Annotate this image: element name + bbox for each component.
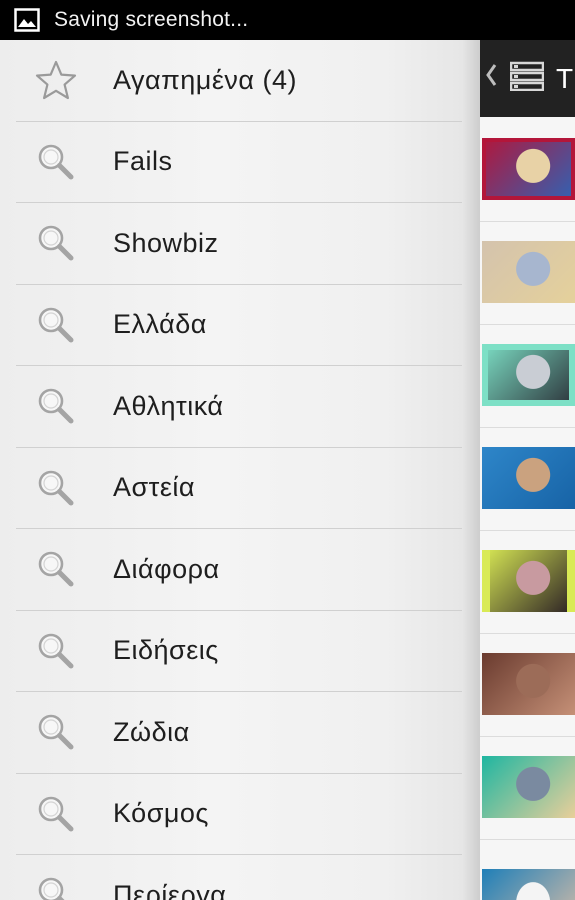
search-icon	[16, 631, 96, 671]
bikini-thumbnail	[482, 869, 575, 900]
search-icon	[16, 386, 96, 426]
search-icon	[16, 142, 96, 182]
drawer-item-label: Διάφορα	[113, 553, 220, 584]
video-list-item[interactable]	[480, 530, 575, 634]
drawer-item-label: Αστεία	[113, 472, 195, 503]
action-bar: T	[480, 40, 575, 117]
drawer-item[interactable]: Fails	[16, 122, 462, 203]
blonde-closeup-thumbnail	[482, 756, 575, 818]
video-list-item[interactable]	[480, 324, 575, 428]
drawer-item-label: Ειδήσεις	[113, 635, 219, 666]
drawer-item[interactable]: Showbiz	[16, 203, 462, 285]
star-icon	[16, 60, 96, 100]
office-video-thumbnail	[482, 344, 575, 406]
drawer-item-label: Αθλητικά	[113, 390, 224, 421]
drawer-item[interactable]: Αγαπημένα (4)	[16, 40, 462, 122]
video-list-item[interactable]	[480, 633, 575, 737]
beach-sea-thumbnail	[482, 447, 575, 509]
drawer-item-label: Περίεργα	[113, 879, 227, 900]
image-icon	[14, 8, 40, 32]
navigation-drawer: Αγαπημένα (4) Fails Showbiz Ελλάδα Αθλητικά Α…	[0, 40, 480, 900]
drawer-item-label: Showbiz	[113, 227, 219, 258]
video-list-item[interactable]	[480, 118, 575, 222]
drawer-item[interactable]: Αθλητικά	[16, 366, 462, 448]
screen: Saving screenshot... T Αγαπημένα (4) Fai…	[0, 0, 575, 900]
video-list-item[interactable]	[480, 736, 575, 840]
drawer-item-label: Ελλάδα	[113, 309, 207, 340]
status-text: Saving screenshot...	[54, 8, 249, 31]
search-icon	[16, 712, 96, 752]
sunbathing-thumbnail	[482, 653, 575, 715]
search-icon	[16, 305, 96, 345]
search-icon	[16, 875, 96, 900]
content-area: T	[480, 40, 575, 900]
drawer-item-label: Ζώδια	[113, 716, 190, 747]
drawer-item[interactable]: Διάφορα	[16, 529, 462, 611]
drawer-item[interactable]: Αστεία	[16, 448, 462, 529]
news-studio-thumbnail	[482, 138, 575, 200]
drawer-item-label: Fails	[113, 146, 173, 177]
drawer-item[interactable]: Κόσμος	[16, 774, 462, 855]
search-icon	[16, 468, 96, 508]
drawer-item[interactable]: Ελλάδα	[16, 285, 462, 366]
blonde-portrait-thumbnail	[482, 241, 575, 303]
app-title: T	[556, 62, 574, 94]
chevron-left-icon[interactable]	[484, 62, 502, 96]
search-icon	[16, 794, 96, 834]
video-list-item[interactable]	[480, 839, 575, 900]
drawer-item[interactable]: Περίεργα	[16, 855, 462, 900]
drawer-item-label: Κόσμος	[113, 798, 209, 829]
search-icon	[16, 223, 96, 263]
list-icon[interactable]	[509, 61, 545, 96]
video-list-item[interactable]	[480, 427, 575, 531]
video-list-item[interactable]	[480, 221, 575, 325]
drawer-item-label: Αγαπημένα (4)	[113, 64, 297, 95]
drawer-item[interactable]: Ζώδια	[16, 692, 462, 774]
selfie-portrait-thumbnail	[482, 550, 575, 612]
search-icon	[16, 549, 96, 589]
drawer-item[interactable]: Ειδήσεις	[16, 611, 462, 692]
status-bar: Saving screenshot...	[0, 0, 575, 40]
